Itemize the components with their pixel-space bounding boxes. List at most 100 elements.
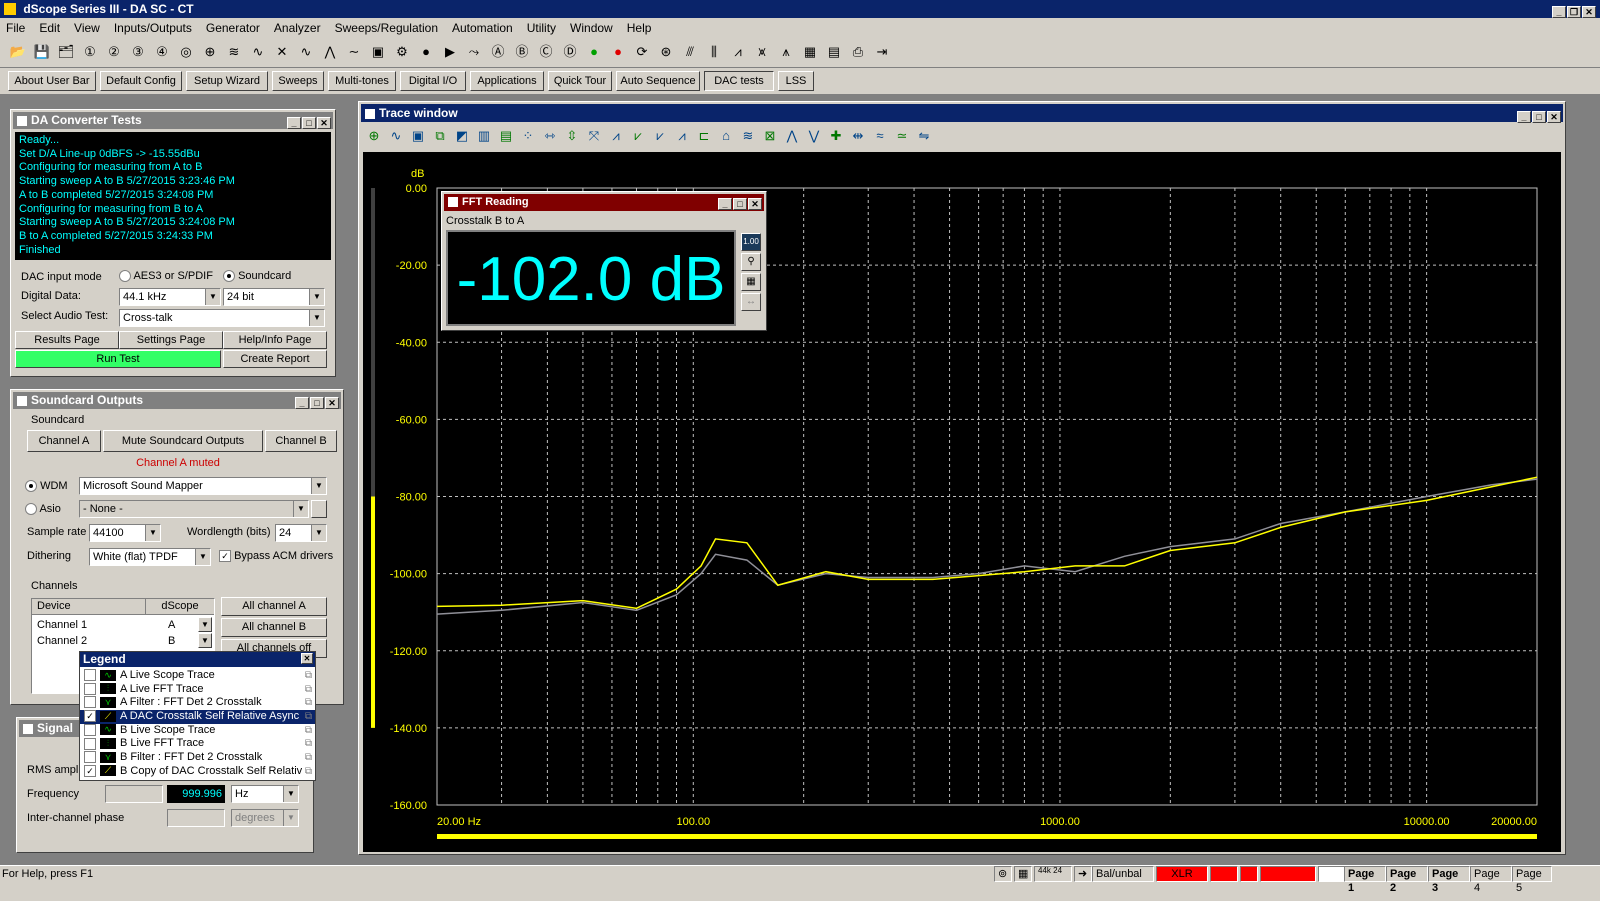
legend-visibility-checkbox[interactable]	[84, 723, 96, 736]
compare-icon[interactable]: ⇋	[915, 126, 933, 146]
graph-icon[interactable]: ◩	[453, 126, 471, 146]
reading-log-icon[interactable]: ▦	[741, 273, 761, 291]
open-icon[interactable]: 📂	[8, 42, 28, 62]
copy-icon[interactable]: ⧉	[305, 751, 312, 765]
record-icon[interactable]: ✚	[827, 126, 845, 146]
asio-radio[interactable]: Asio	[25, 503, 61, 516]
cursor-icon[interactable]: ⊏	[695, 126, 713, 146]
copy-icon[interactable]: ⧉	[305, 710, 312, 724]
legend-visibility-checkbox[interactable]: ✓	[84, 710, 96, 723]
out-4-icon[interactable]: ④	[152, 42, 172, 62]
table-icon[interactable]: ▥	[475, 126, 493, 146]
quickbar-button-default-config[interactable]: Default Config	[100, 71, 182, 91]
audio-test-select[interactable]: Cross-talk ▼	[119, 309, 325, 327]
all-channel-a-button[interactable]: All channel A	[221, 597, 327, 616]
sample-rate-select[interactable]: 44.1 kHz ▼	[119, 288, 221, 306]
legend-item[interactable]: ⫶ A Live FFT Trace ⧉	[80, 683, 315, 697]
maximize-button[interactable]: □	[310, 397, 324, 409]
menu-item-window[interactable]: Window	[570, 21, 613, 35]
quickbar-button-applications[interactable]: Applications	[470, 71, 544, 91]
marker-c-icon[interactable]: ⩗	[651, 126, 669, 146]
asio-device-select[interactable]: - None - ▼	[79, 500, 309, 518]
chevron-down-icon[interactable]: ▼	[198, 617, 212, 632]
zoom-y-icon[interactable]: ⇳	[563, 126, 581, 146]
ch-d-icon[interactable]: Ⓓ	[560, 42, 580, 62]
sweep2-icon[interactable]: ∼	[344, 42, 364, 62]
save-icon[interactable]: 💾	[32, 42, 52, 62]
page-tab-5[interactable]: Page 5	[1512, 866, 1552, 894]
wdm-radio[interactable]: WDM	[25, 480, 68, 493]
ch-c-icon[interactable]: Ⓒ	[536, 42, 556, 62]
quickbar-button-digital-i-o[interactable]: Digital I/O	[400, 71, 466, 91]
menu-item-file[interactable]: File	[6, 21, 25, 35]
wave-icon[interactable]: ∿	[296, 42, 316, 62]
page-tab-3[interactable]: Page 3	[1428, 866, 1470, 894]
menu-item-view[interactable]: View	[74, 21, 100, 35]
tab-channel-a[interactable]: Channel A	[27, 430, 101, 452]
frequency-value[interactable]: 999.996	[167, 785, 225, 803]
copy-icon[interactable]: ⧉	[305, 765, 312, 779]
maximize-button[interactable]: □	[1532, 111, 1546, 123]
copy-icon[interactable]: ⧉	[305, 683, 312, 697]
legend-item[interactable]: ∿ A Live Scope Trace ⧉	[80, 669, 315, 683]
legend-item[interactable]: ⋎ A Filter : FFT Det 2 Crosstalk ⧉	[80, 696, 315, 710]
menu-item-analyzer[interactable]: Analyzer	[274, 21, 321, 35]
minimize-button[interactable]: _	[1552, 6, 1566, 18]
menu-item-utility[interactable]: Utility	[527, 21, 556, 35]
settings-page-button[interactable]: Settings Page	[119, 331, 223, 349]
out-2-icon[interactable]: ②	[104, 42, 124, 62]
legend-item[interactable]: ⫶ B Live FFT Trace ⧉	[80, 737, 315, 751]
menu-item-automation[interactable]: Automation	[452, 21, 513, 35]
page-tab-1[interactable]: Page 1	[1344, 866, 1386, 894]
reading-scale-icon[interactable]: 1.00	[741, 233, 761, 251]
phase-unit-select[interactable]: degrees ▼	[231, 809, 299, 827]
phase-value[interactable]	[167, 809, 225, 827]
legend-visibility-checkbox[interactable]	[84, 682, 96, 695]
copy-icon[interactable]: ⧉	[305, 669, 312, 683]
page-tab-2[interactable]: Page 2	[1386, 866, 1428, 894]
marker-a-icon[interactable]: ⩘	[607, 126, 625, 146]
minimize-button[interactable]: _	[1517, 111, 1531, 123]
frequency-slider-field[interactable]	[105, 785, 163, 803]
fft-icon[interactable]: ≋	[224, 42, 244, 62]
graph-c-icon[interactable]: ⩘	[728, 42, 748, 62]
graph-d-icon[interactable]: ⩙	[752, 42, 772, 62]
marker-d-icon[interactable]: ⩘	[673, 126, 691, 146]
export-icon[interactable]: ▤	[824, 42, 844, 62]
copy-trace-icon[interactable]: ⧉	[431, 126, 449, 146]
fit-icon[interactable]: ≋	[739, 126, 757, 146]
save-all-icon[interactable]: 🗂	[56, 42, 76, 62]
quickbar-button-sweeps[interactable]: Sweeps	[272, 71, 324, 91]
quickbar-button-quick-tour[interactable]: Quick Tour	[548, 71, 612, 91]
menu-item-generator[interactable]: Generator	[206, 21, 260, 35]
help-page-button[interactable]: Help/Info Page	[223, 331, 327, 349]
ch-a-icon[interactable]: Ⓐ	[488, 42, 508, 62]
exit-icon[interactable]: ⇥	[872, 42, 892, 62]
meter-icon[interactable]: ⊕	[200, 42, 220, 62]
menu-item-inputs-outputs[interactable]: Inputs/Outputs	[114, 21, 192, 35]
wdm-device-select[interactable]: Microsoft Sound Mapper ▼	[79, 477, 327, 495]
up-icon[interactable]: ⋀	[783, 126, 801, 146]
menu-item-sweeps-regulation[interactable]: Sweeps/Regulation	[335, 21, 438, 35]
tab-channel-b[interactable]: Channel B	[265, 430, 337, 452]
peak-icon[interactable]: ⌂	[717, 126, 735, 146]
down-icon[interactable]: ⋁	[805, 126, 823, 146]
legend-visibility-checkbox[interactable]: ✓	[84, 764, 96, 777]
minimize-button[interactable]: _	[295, 397, 309, 409]
play-icon[interactable]: ▶	[440, 42, 460, 62]
sweep-icon[interactable]: ∿	[248, 42, 268, 62]
limit-icon[interactable]: ⊠	[761, 126, 779, 146]
quickbar-button-lss[interactable]: LSS	[778, 71, 814, 91]
report-icon[interactable]: ▦	[800, 42, 820, 62]
filter-icon[interactable]: ≃	[893, 126, 911, 146]
print-icon[interactable]: ⎙	[848, 42, 868, 62]
trace-icon[interactable]: ⤳	[464, 42, 484, 62]
close-button[interactable]: ✕	[317, 117, 331, 129]
setup-icon[interactable]: ⚙	[392, 42, 412, 62]
stop-icon[interactable]: ✕	[272, 42, 292, 62]
wave-icon[interactable]: ∿	[387, 126, 405, 146]
go-icon[interactable]: ●	[584, 42, 604, 62]
graph-a-icon[interactable]: ⫻	[680, 42, 700, 62]
autoscale-icon[interactable]: ⤧	[585, 126, 603, 146]
chevron-down-icon[interactable]: ▼	[198, 633, 212, 648]
